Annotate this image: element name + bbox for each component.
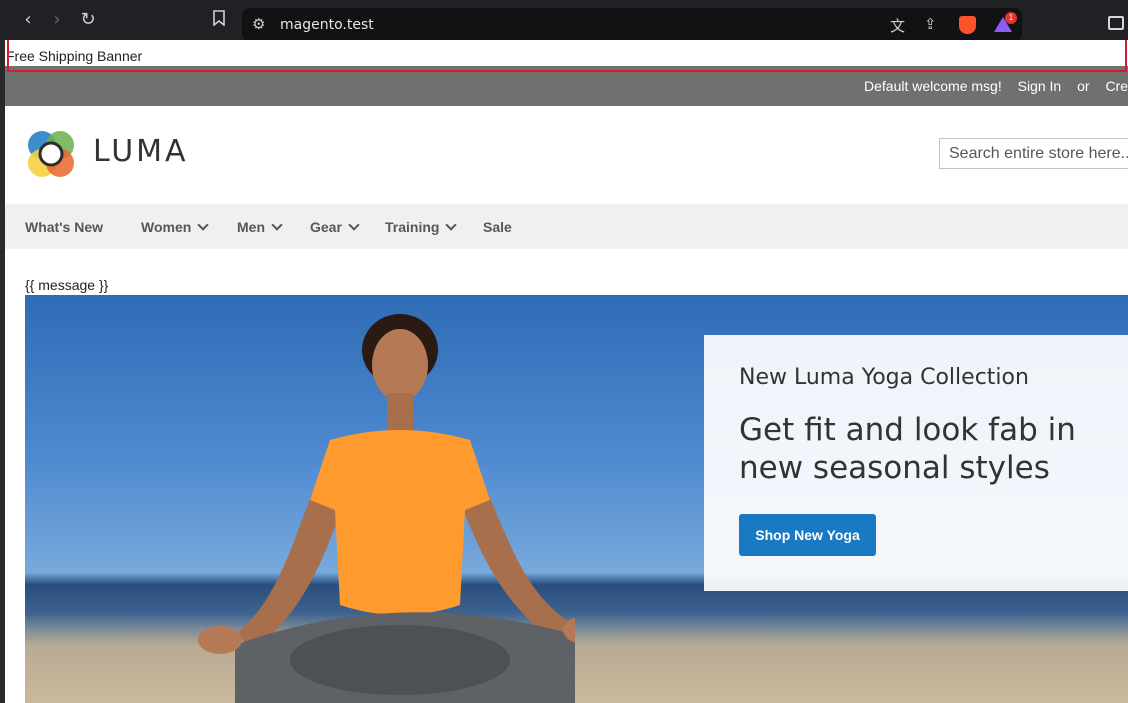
nav-item-label: Training — [385, 219, 440, 235]
nav-item-label: Sale — [483, 219, 512, 235]
nav-item-label: What's New — [25, 219, 104, 235]
translate-icon[interactable]: 文 — [890, 15, 905, 36]
nav-item-men[interactable]: Men — [237, 219, 283, 235]
luma-logo-icon[interactable] — [25, 128, 77, 180]
site-settings-icon[interactable]: ⚙ — [252, 15, 265, 33]
nav-item-whats-new[interactable]: What's New — [25, 219, 103, 235]
chevron-down-icon — [348, 219, 360, 231]
reload-icon[interactable]: ↻ — [78, 10, 98, 30]
back-icon[interactable]: ‹ — [18, 10, 38, 30]
promo-title: Get fit and look fab in new seasonal sty… — [739, 412, 1076, 486]
promo-subtitle: New Luma Yoga Collection — [739, 365, 1029, 390]
free-shipping-banner-text: Free Shipping Banner — [6, 48, 143, 64]
nav-item-sale[interactable]: Sale — [483, 219, 512, 235]
free-shipping-banner: Free Shipping Banner — [5, 40, 1128, 66]
yoga-model-image — [198, 314, 575, 703]
logo-text[interactable]: LUMA — [93, 134, 189, 169]
chevron-down-icon — [271, 219, 283, 231]
chevron-down-icon — [445, 219, 458, 231]
address-bar[interactable]: ⚙ magento.test 文 ⇪ 1 — [242, 8, 1022, 42]
rewards-badge: 1 — [1005, 12, 1017, 24]
welcome-message: Default welcome msg! — [864, 78, 1002, 94]
nav-item-gear[interactable]: Gear — [310, 219, 360, 235]
nav-item-label: Women — [141, 219, 192, 235]
sign-in-link[interactable]: Sign In — [1018, 78, 1062, 94]
sidebar-icon[interactable] — [1108, 16, 1124, 30]
browser-toolbar: ‹ › ↻ ⚙ magento.test 文 ⇪ 1 — [0, 0, 1128, 42]
create-account-link[interactable]: Cre — [1105, 78, 1128, 94]
or-text: or — [1077, 78, 1090, 94]
nav-item-training[interactable]: Training — [385, 219, 458, 235]
search-box[interactable] — [939, 138, 1128, 169]
search-input[interactable] — [940, 139, 1128, 168]
chevron-down-icon — [197, 219, 209, 231]
bookmark-icon[interactable] — [209, 10, 229, 30]
page-viewport: Free Shipping Banner Default welcome msg… — [5, 40, 1128, 703]
site-header: LUMA — [5, 106, 1128, 204]
url-text[interactable]: magento.test — [280, 17, 374, 33]
brave-shield-icon[interactable] — [959, 16, 976, 34]
nav-item-label: Men — [237, 219, 265, 235]
main-navigation: What's New Women Men Gear Training Sale — [5, 204, 1128, 249]
header-links: Default welcome msg! Sign In or Cre — [852, 78, 1128, 94]
shop-new-yoga-button[interactable]: Shop New Yoga — [739, 514, 876, 556]
share-icon[interactable]: ⇪ — [924, 15, 937, 33]
message-placeholder: {{ message }} — [25, 277, 109, 293]
nav-item-women[interactable]: Women — [141, 219, 209, 235]
panel-header: Default welcome msg! Sign In or Cre — [5, 66, 1128, 106]
forward-icon[interactable]: › — [47, 10, 67, 30]
nav-item-label: Gear — [310, 219, 342, 235]
promo-block: New Luma Yoga Collection Get fit and loo… — [704, 335, 1128, 591]
